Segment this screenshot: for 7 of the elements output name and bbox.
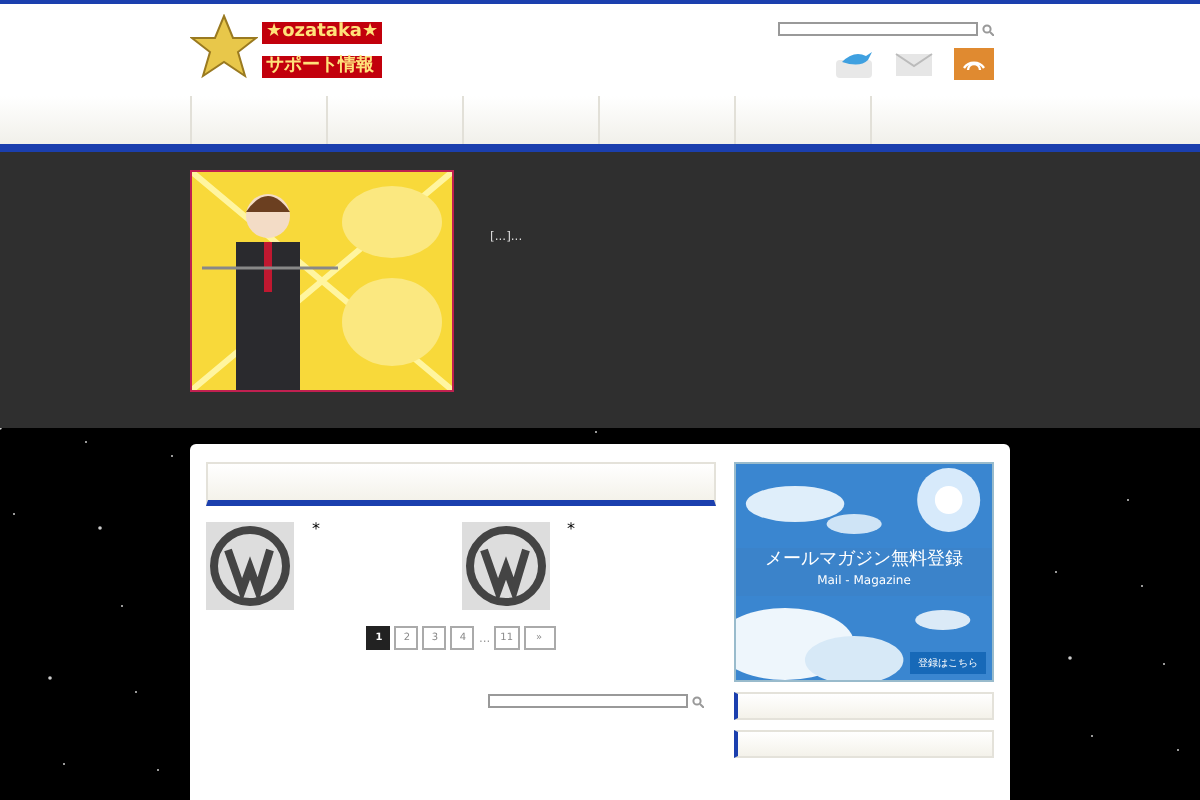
bird-icon[interactable] [834,48,874,80]
rss-icon[interactable] [954,48,994,80]
search-field[interactable] [778,22,978,36]
logo-subtitle: サポート情報 [262,56,383,78]
logo-title: ★ozataka★ [262,22,383,44]
mail-icon[interactable] [894,48,934,80]
search-icon[interactable] [982,23,994,35]
